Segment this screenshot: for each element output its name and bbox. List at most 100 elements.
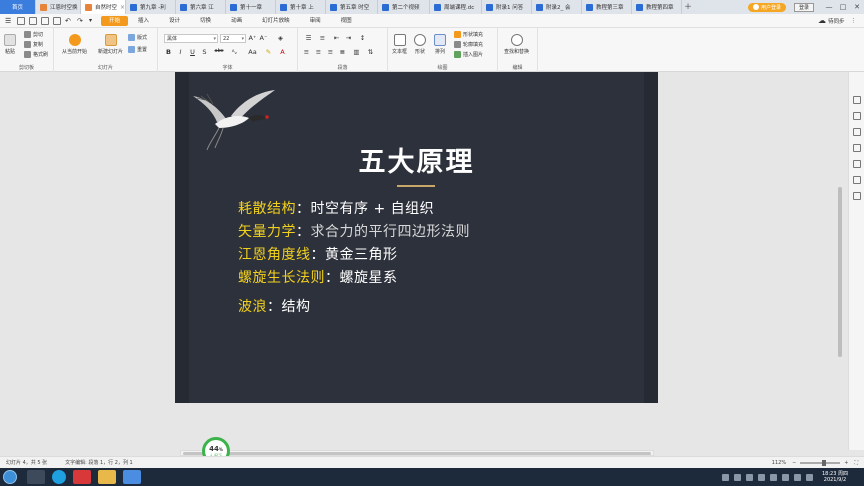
bullet-line[interactable]: 矢量力学：求合力的平行四边形法则 — [238, 221, 470, 241]
decrease-indent-icon[interactable]: ⇤ — [332, 34, 341, 42]
maximize-icon[interactable]: □ — [836, 3, 850, 11]
menu-tab-design[interactable]: 设计 — [159, 16, 190, 26]
text-direction-icon[interactable]: ⇅ — [366, 48, 375, 56]
menu-tab-view[interactable]: 视图 — [331, 16, 362, 26]
copy-button[interactable]: 复制 — [24, 41, 43, 48]
volume-icon[interactable] — [794, 473, 801, 481]
font-panel-icon[interactable] — [853, 160, 861, 168]
shape-button[interactable]: 形状 — [414, 34, 426, 55]
highlight-icon[interactable]: ✎ — [264, 48, 273, 56]
menu-tab-slideshow[interactable]: 幻灯片放映 — [252, 16, 300, 26]
numbering-icon[interactable]: ≡ — [318, 34, 327, 42]
shrink-font-button[interactable]: A⁻ — [259, 34, 268, 42]
system-clock[interactable]: 18:23 周四 2021/9/2 — [822, 471, 848, 483]
tray-app-icon[interactable] — [722, 473, 729, 481]
tab-document[interactable]: 第十章 上 — [276, 0, 326, 14]
find-replace-button[interactable]: 查找和替换 — [504, 34, 529, 55]
bullet-line[interactable]: 螺旋生长法则：螺旋星系 — [238, 267, 398, 287]
zoom-level[interactable]: 112% — [772, 460, 786, 466]
slide-editing-area[interactable]: 五大原理 耗散结构：时空有序 + 自组织 矢量力学：求合力的平行四边形法则 江恩… — [0, 72, 848, 450]
wps-icon[interactable] — [73, 470, 91, 484]
tray-app-icon[interactable] — [770, 473, 777, 481]
qq-icon[interactable] — [52, 470, 66, 484]
increase-indent-icon[interactable]: ⇥ — [344, 34, 353, 42]
align-center-icon[interactable]: ≡ — [314, 48, 323, 56]
font-name-select[interactable]: 黑体 — [164, 34, 218, 43]
menu-tab-review[interactable]: 审阅 — [300, 16, 331, 26]
task-view-icon[interactable] — [27, 470, 45, 484]
save-icon[interactable] — [17, 16, 25, 25]
tab-document[interactable]: 教程第三章 — [582, 0, 632, 14]
change-case-icon[interactable]: Aa — [248, 48, 257, 56]
tray-app-icon[interactable] — [734, 473, 741, 481]
picture-panel-icon[interactable] — [853, 176, 861, 184]
tab-document-active[interactable]: 自然时空 × — [81, 0, 126, 14]
minimize-icon[interactable]: — — [822, 3, 836, 11]
menu-tab-start[interactable]: 开始 — [101, 15, 129, 26]
fit-window-icon[interactable]: ⛶ — [854, 460, 858, 466]
hamburger-menu-icon[interactable]: ☰ — [5, 17, 13, 25]
menu-tab-transition[interactable]: 切换 — [190, 16, 221, 26]
reset-button[interactable]: 重置 — [128, 46, 147, 53]
new-tab-button[interactable]: + — [682, 2, 694, 12]
tab-document[interactable]: 教程第四章 — [632, 0, 682, 14]
columns-icon[interactable]: ▥ — [352, 48, 361, 56]
zoom-slider[interactable] — [800, 459, 841, 466]
file-explorer-icon[interactable] — [98, 470, 116, 484]
vertical-scroll-thumb[interactable] — [838, 187, 842, 357]
print-icon[interactable] — [41, 16, 49, 25]
browser-icon[interactable] — [123, 470, 141, 484]
slide-title[interactable]: 五大原理 — [175, 140, 658, 179]
bullets-icon[interactable]: ☰ — [304, 34, 313, 42]
menu-tab-animation[interactable]: 动画 — [221, 16, 252, 26]
horizontal-scroll-thumb[interactable] — [183, 452, 651, 455]
cut-button[interactable]: 剪切 — [24, 31, 43, 38]
network-icon[interactable] — [782, 473, 789, 481]
menu-tab-insert[interactable]: 插入 — [128, 16, 159, 26]
font-size-select[interactable]: 22 — [220, 34, 246, 43]
tab-document[interactable]: 第九章 -利 — [126, 0, 176, 14]
align-left-icon[interactable]: ≡ — [302, 48, 311, 56]
zoom-in-button[interactable]: + — [844, 460, 848, 466]
insert-image-button[interactable]: 插入图片 — [454, 51, 483, 58]
align-right-icon[interactable]: ≡ — [326, 48, 335, 56]
tab-home[interactable]: 首页 — [0, 0, 36, 14]
outline-button[interactable]: 轮廓填充 — [454, 41, 483, 48]
close-window-icon[interactable]: ✕ — [850, 3, 864, 11]
design-icon[interactable] — [853, 112, 861, 120]
chevron-down-icon[interactable]: ▾ — [89, 17, 97, 25]
arrange-button[interactable]: 排列 — [434, 34, 446, 55]
login-button[interactable]: 登录 — [793, 2, 814, 12]
tab-document[interactable]: 江恩时空换 — [36, 0, 81, 14]
animation-icon[interactable] — [853, 128, 861, 136]
justify-icon[interactable]: ≣ — [338, 48, 347, 56]
input-method-icon[interactable] — [806, 473, 813, 481]
tray-app-icon[interactable] — [746, 473, 753, 481]
font-color-icon[interactable]: A — [278, 48, 287, 56]
undo-icon[interactable]: ↶ — [65, 17, 73, 25]
textbox-button[interactable]: 文本框 — [392, 34, 407, 55]
properties-icon[interactable] — [853, 96, 861, 104]
character-spacing-icon[interactable]: ᴬᵥ — [230, 48, 239, 56]
slide-canvas[interactable]: 五大原理 耗散结构：时空有序 + 自组织 矢量力学：求合力的平行四边形法则 江恩… — [175, 72, 658, 403]
tab-document[interactable]: 周端课程.dc — [430, 0, 482, 14]
line-spacing-icon[interactable]: ↕ — [358, 34, 367, 42]
tab-document[interactable]: 第五章 时空 — [326, 0, 378, 14]
sync-status[interactable]: ☁ 待同步 ⋮ — [818, 16, 856, 25]
bold-button[interactable]: B — [164, 48, 173, 56]
tab-document[interactable]: 附录1 问答 — [482, 0, 532, 14]
bullet-line[interactable]: 江恩角度线：黄金三角形 — [238, 244, 398, 264]
zoom-slider-handle[interactable] — [822, 459, 827, 466]
print-preview-icon[interactable] — [53, 16, 61, 25]
zoom-out-button[interactable]: − — [792, 460, 796, 466]
tab-document[interactable]: 第六章 江 — [176, 0, 226, 14]
notes-icon[interactable] — [853, 144, 861, 152]
user-login-button[interactable]: 用户登录 — [747, 2, 786, 12]
tab-document[interactable]: 附录2_ 会 — [532, 0, 582, 14]
start-button[interactable] — [3, 470, 17, 484]
bullet-line[interactable]: 耗散结构：时空有序 + 自组织 — [238, 198, 434, 218]
export-pdf-icon[interactable] — [29, 16, 37, 25]
underline-button[interactable]: U — [188, 48, 197, 56]
clear-format-icon[interactable]: ◈ — [276, 34, 285, 42]
vertical-scrollbar[interactable] — [836, 72, 844, 450]
